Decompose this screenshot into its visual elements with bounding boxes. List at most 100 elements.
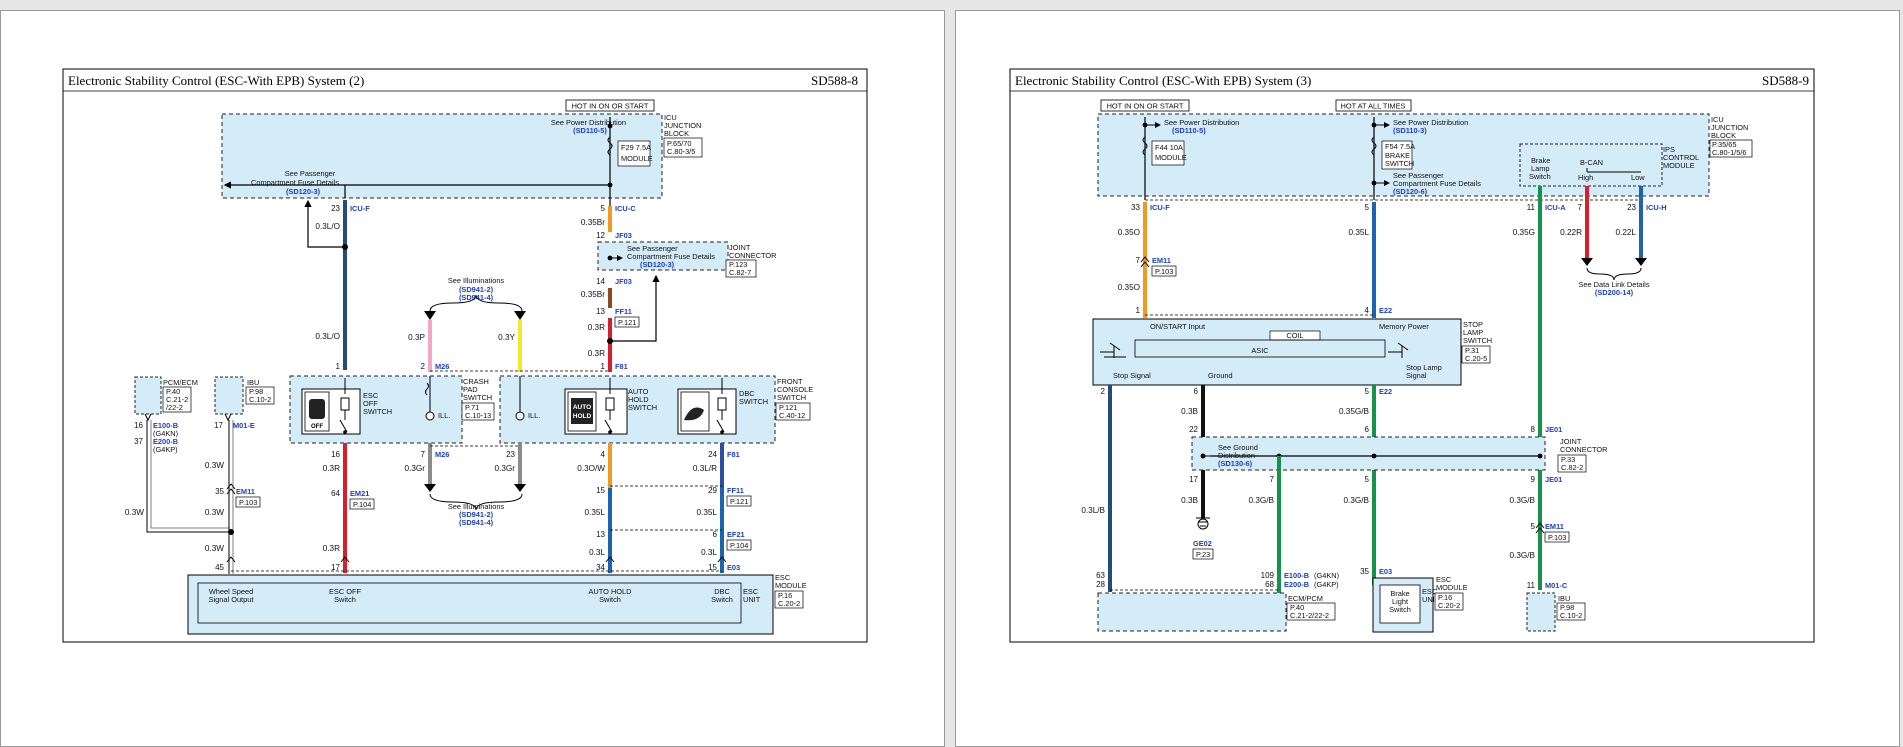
ecm-pcm: ECM/PCM — [1288, 594, 1323, 603]
auto-hold-icon-2: HOLD — [573, 413, 592, 420]
r-035l: 0.35L — [1349, 228, 1370, 237]
r-em11b-name: EM11 — [1545, 522, 1564, 531]
r-em11b-ref: P.103 — [1548, 533, 1566, 542]
sdl-ref: (SD200-14) — [1595, 288, 1634, 297]
right-diagram: Electronic Stability Control (ESC-With E… — [1009, 68, 1815, 643]
sls2: Signal — [1406, 371, 1427, 380]
esc-unit2: UNIT — [743, 595, 761, 604]
m26-name-a: M26 — [435, 362, 449, 371]
bl3: Switch — [1529, 172, 1551, 181]
mem-power: Memory Power — [1379, 322, 1429, 331]
icu-f-wire1: 0.3L/O — [315, 222, 340, 231]
coil: COIL — [1286, 331, 1303, 340]
r-spd-ref2: (SD110-3) — [1393, 126, 1427, 135]
ill-label-b: ILL. — [528, 411, 540, 420]
e03-name: E03 — [727, 563, 740, 572]
on-start: ON/START Input — [1150, 322, 1205, 331]
pcm-ref3: /22-2 — [166, 403, 183, 412]
je01-name-a: JE01 — [1545, 425, 1562, 434]
r-em11b-pin: 5 — [1531, 522, 1536, 531]
ff11-pin13: 13 — [596, 307, 605, 316]
ge02-ref: P.23 — [1196, 550, 1210, 559]
spc-line2: Compartment Fuse Details — [251, 178, 339, 187]
bcan: B-CAN — [1580, 158, 1603, 167]
right-code: SD588-9 — [1762, 73, 1809, 88]
ibu-box-right — [1526, 592, 1556, 632]
illum-bot-ref2: (SD941-4) — [459, 518, 494, 527]
jf03-pin14: 14 — [596, 277, 605, 286]
icu-c-pin: 5 — [601, 204, 606, 213]
r-pin109: 109 — [1261, 571, 1275, 580]
low: Low — [1631, 173, 1645, 182]
icu-f-pin: 23 — [331, 204, 340, 213]
esc-mod2: MODULE — [775, 581, 807, 590]
fcs-label3: SWITCH — [777, 393, 806, 402]
hot2: HOT AT ALL TIMES — [1341, 102, 1406, 111]
r-fuse2c: SWITCH — [1385, 159, 1414, 168]
ef21-name: EF21 — [727, 530, 745, 539]
r-em11-name: EM11 — [1152, 256, 1171, 265]
jf03-name2: JF03 — [615, 277, 632, 286]
w03w-d: 0.3W — [205, 544, 224, 553]
icu-a-name: ICU-A — [1545, 203, 1566, 212]
pcm-ecm-box — [134, 376, 162, 415]
sl3: SWITCH — [1463, 336, 1492, 345]
jc-label2: CONNECTOR — [729, 251, 777, 260]
icu-h-wire: 0.22L — [1616, 228, 1637, 237]
em11-name: EM11 — [236, 487, 255, 496]
w03gr-a: 0.3Gr — [405, 464, 426, 473]
r-03gb-b: 0.3G/B — [1344, 496, 1370, 505]
f81-name-a: F81 — [615, 362, 628, 371]
ground-lbl: Ground — [1208, 371, 1233, 380]
f81-pin1: 1 — [601, 362, 606, 371]
jc-ref2: C.82-7 — [729, 268, 751, 277]
r-pin68: 68 — [1265, 580, 1274, 589]
icu-h-pin: 23 — [1627, 203, 1636, 212]
asic: ASIC — [1251, 346, 1269, 355]
high: High — [1578, 173, 1593, 182]
esc-ah2: Switch — [599, 595, 621, 604]
r-e100-sub: (G4KN) — [1314, 571, 1339, 580]
ill-label-a: ILL. — [438, 411, 450, 420]
ff11-name-a: FF11 — [615, 307, 632, 316]
pin24-dbc: 24 — [708, 450, 717, 459]
esc-wheel2: Signal Output — [209, 595, 254, 604]
ibu-label: IBU — [247, 378, 259, 387]
pin4-ah: 4 — [601, 450, 606, 459]
je01-pin8: 8 — [1531, 425, 1536, 434]
bls3: Switch — [1389, 605, 1411, 614]
esc-pin45: 45 — [215, 563, 224, 572]
em11-pin: 35 — [215, 487, 224, 496]
r-e03-name: E03 — [1379, 567, 1392, 576]
icu-c-wire: 0.35Br — [581, 218, 605, 227]
w03l-a: 0.3L — [589, 548, 605, 557]
ef21-pin13: 13 — [596, 530, 605, 539]
je01-pin6: 6 — [1365, 425, 1370, 434]
slr2: C.20-5 — [1465, 354, 1487, 363]
r-pin6: 6 — [1194, 387, 1199, 396]
auto-hold-icon — [571, 398, 593, 424]
em21-name: EM21 — [350, 489, 369, 498]
r-fuse1a: F44 10A — [1155, 143, 1183, 152]
ff11-ref-a: P.121 — [618, 318, 636, 327]
r-pin5: 5 — [1365, 203, 1370, 212]
sgd-ref: (SD130-6) — [1218, 459, 1253, 468]
je01-pin5: 5 — [1365, 475, 1370, 484]
icu-l3: BLOCK — [664, 129, 689, 138]
wire-03r-a: 0.3R — [588, 323, 605, 332]
m26-pin7: 7 — [421, 450, 426, 459]
esc-esc-off2: Switch — [334, 595, 356, 604]
r-icu-ref2: C.80-1/5/6 — [1712, 148, 1747, 157]
e100-pin16: 16 — [134, 421, 143, 430]
r-icu3: BLOCK — [1711, 131, 1736, 140]
jf03-name1: JF03 — [615, 231, 632, 240]
left-title: Electronic Stability Control (ESC-With E… — [68, 73, 364, 88]
r-icuf-pin: 33 — [1131, 203, 1140, 212]
wire-03y: 0.3Y — [498, 333, 515, 342]
r-03gb-d: 0.3G/B — [1510, 551, 1536, 560]
icu-ref2: C.80-3/5 — [667, 147, 695, 156]
ge02-name: GE02 — [1193, 539, 1212, 548]
ff11-ref-b: P.121 — [730, 497, 748, 506]
wiring-diagrams: Electronic Stability Control (ESC-With E… — [62, 68, 1815, 643]
jf03-pin12: 12 — [596, 231, 605, 240]
